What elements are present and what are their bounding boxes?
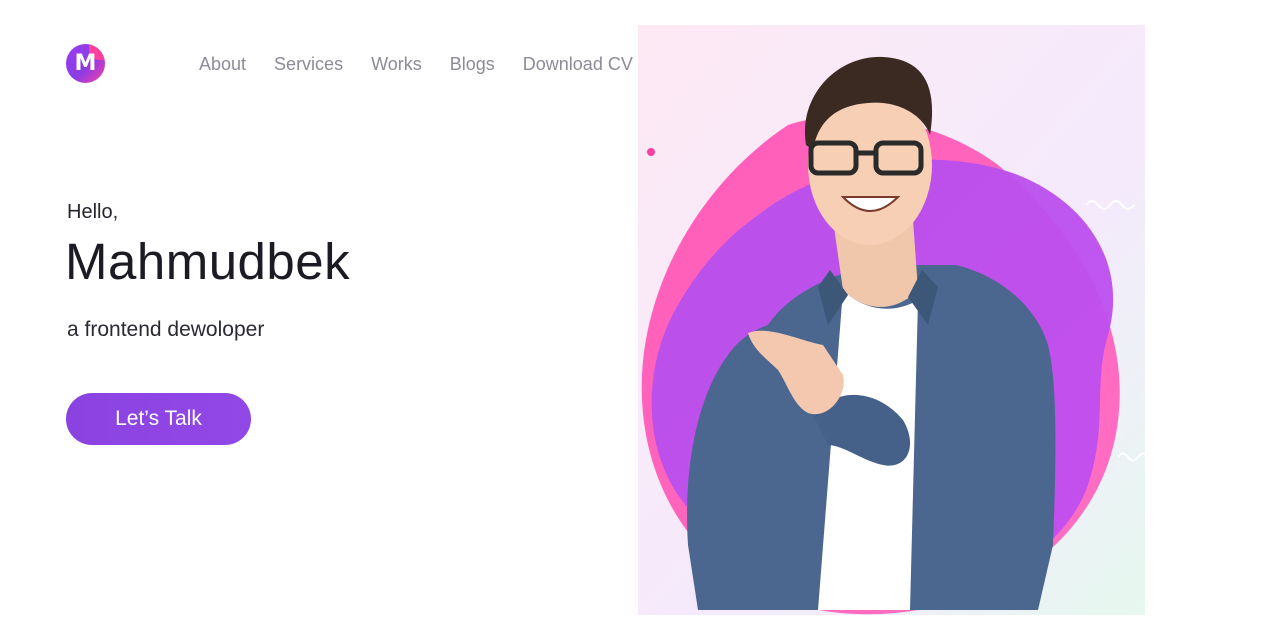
hero-greeting: Hello,	[67, 201, 119, 223]
nav-about[interactable]: About	[199, 52, 246, 76]
logo-icon[interactable]: M	[66, 44, 105, 83]
hero-role: a frontend dewoloper	[67, 318, 265, 341]
decor-dot	[647, 148, 655, 156]
nav-services[interactable]: Services	[274, 52, 343, 76]
nav-download-cv[interactable]: Download CV	[523, 52, 633, 76]
hero-illustration	[638, 25, 1145, 615]
nav-works[interactable]: Works	[371, 52, 422, 76]
nav-blogs[interactable]: Blogs	[450, 52, 495, 76]
lets-talk-button[interactable]: Let’s Talk	[66, 393, 251, 445]
logo-letter: M	[74, 51, 97, 76]
hero-name: Mahmudbek	[65, 233, 351, 290]
main-nav: About Services Works Blogs Download CV	[199, 52, 633, 76]
landing-page: M About Services Works Blogs Download CV…	[0, 0, 1280, 641]
